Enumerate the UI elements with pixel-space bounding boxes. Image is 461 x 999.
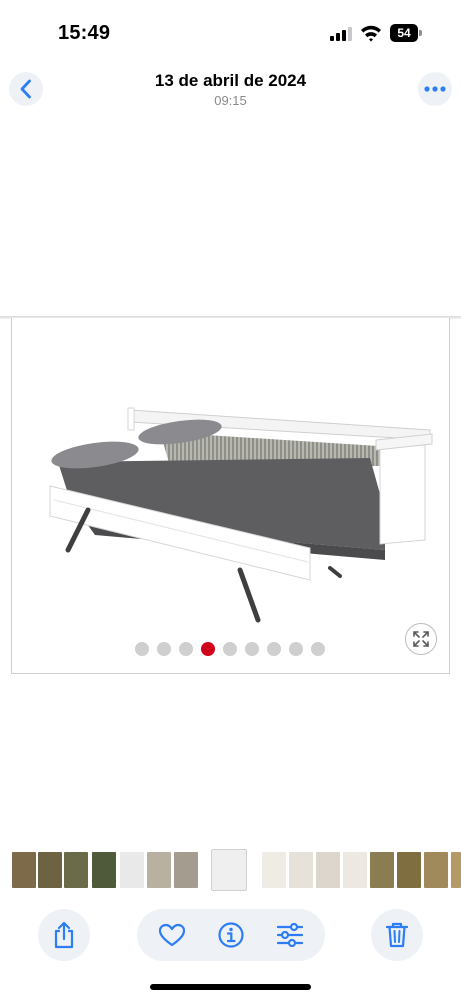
battery-tip [419, 30, 422, 36]
product-image-card [11, 318, 450, 674]
back-button[interactable] [9, 72, 43, 106]
more-icon [424, 86, 446, 92]
battery-level: 54 [390, 24, 418, 42]
signal-icon [330, 27, 354, 41]
toolbar-action-group [137, 909, 325, 961]
delete-button[interactable] [371, 909, 423, 961]
heart-icon [158, 923, 186, 947]
info-button[interactable] [205, 909, 257, 961]
thumbnail[interactable] [289, 852, 313, 888]
carousel-dot-active[interactable] [201, 642, 215, 656]
thumbnail[interactable] [370, 852, 394, 888]
status-bar: 15:49 54 [0, 0, 461, 60]
battery-icon: 54 [390, 24, 422, 42]
thumbnail[interactable] [64, 852, 88, 888]
info-icon [218, 922, 244, 948]
thumbnail[interactable] [424, 852, 448, 888]
trundle-bed-image [49, 407, 433, 623]
more-button[interactable] [418, 72, 452, 106]
thumbnail[interactable] [451, 852, 461, 888]
carousel-dot[interactable] [135, 642, 149, 656]
carousel-dots [135, 642, 325, 656]
thumbnail[interactable] [120, 852, 144, 888]
favorite-button[interactable] [146, 909, 198, 961]
adjust-icon [276, 923, 304, 947]
thumbnail[interactable] [147, 852, 171, 888]
share-icon [54, 921, 74, 949]
thumbnail-strip [0, 849, 461, 891]
thumbnail[interactable] [397, 852, 421, 888]
carousel-dot[interactable] [289, 642, 303, 656]
photo-date-title: 13 de abril de 2024 [154, 71, 307, 90]
share-button[interactable] [38, 909, 90, 961]
carousel-dot[interactable] [245, 642, 259, 656]
status-time: 15:49 [58, 22, 111, 44]
chevron-left-icon [20, 79, 31, 99]
expand-icon [413, 631, 429, 647]
thumbnail[interactable] [316, 852, 340, 888]
thumbnail[interactable] [174, 852, 198, 888]
carousel-dot[interactable] [157, 642, 171, 656]
wifi-icon [361, 25, 381, 42]
carousel-dot[interactable] [311, 642, 325, 656]
thumbnail[interactable] [38, 852, 62, 888]
photo-time-subtitle: 09:15 [214, 93, 247, 108]
home-indicator [150, 984, 311, 990]
thumbnail[interactable] [343, 852, 367, 888]
expand-button[interactable] [405, 623, 437, 655]
trash-icon [385, 922, 409, 948]
carousel-dot[interactable] [267, 642, 281, 656]
thumbnail[interactable] [12, 852, 36, 888]
carousel-dot[interactable] [223, 642, 237, 656]
carousel-dot[interactable] [179, 642, 193, 656]
thumbnail[interactable] [262, 852, 286, 888]
adjust-button[interactable] [264, 909, 316, 961]
thumbnail[interactable] [92, 852, 116, 888]
thumbnail-current[interactable] [211, 849, 247, 891]
